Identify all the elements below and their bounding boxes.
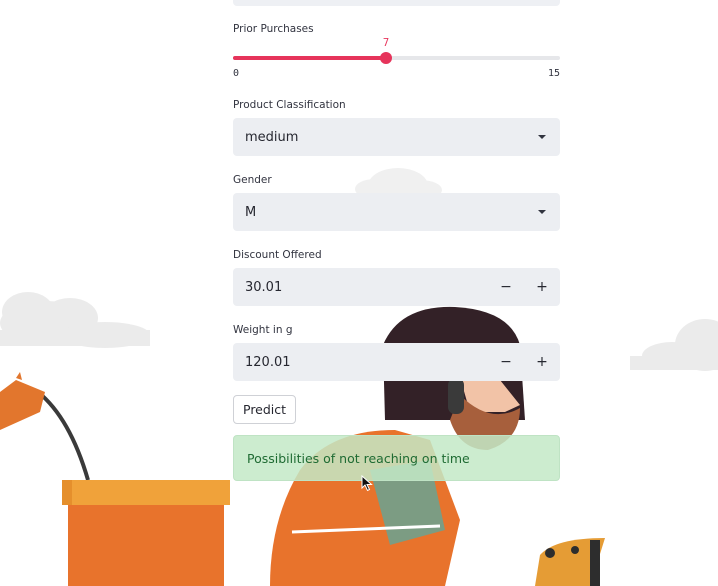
cloud-left [0,292,150,348]
weight-value[interactable]: 120.01 [233,355,488,370]
discount-offered-input[interactable]: 30.01 − + [233,268,560,306]
prior-purchases-value: 7 [382,37,390,49]
previous-input-field[interactable] [233,0,560,6]
crate [62,480,230,586]
weight-input[interactable]: 120.01 − + [233,343,560,381]
discount-offered-value[interactable]: 30.01 [233,280,488,295]
prior-purchases-slider-fill [233,56,386,60]
gender-select[interactable]: M [233,193,560,231]
result-text: Possibilities of not reaching on time [247,450,470,466]
chevron-down-icon [538,210,546,214]
gender-selected: M [245,204,257,220]
mouse-pointer-icon [361,475,373,492]
product-classification-select[interactable]: medium [233,118,560,156]
product-classification-label: Product Classification [233,99,346,111]
prior-purchases-label: Prior Purchases [233,23,314,35]
result-alert: Possibilities of not reaching on time [233,435,560,481]
prior-purchases-slider-track[interactable] [233,56,560,60]
weight-decrement-button[interactable]: − [488,343,524,381]
product-classification-selected: medium [245,129,299,145]
cloud-right [630,319,718,371]
flag [0,372,90,481]
discount-offered-label: Discount Offered [233,249,322,261]
prior-purchases-slider-thumb[interactable] [380,52,392,64]
weight-label: Weight in g [233,324,293,336]
weight-increment-button[interactable]: + [524,343,560,381]
prior-purchases-max: 15 [547,68,560,79]
app-window: Prior Purchases 7 0 15 Product Classific… [0,0,718,586]
discount-increment-button[interactable]: + [524,268,560,306]
chevron-down-icon [538,135,546,139]
gender-label: Gender [233,174,272,186]
discount-decrement-button[interactable]: − [488,268,524,306]
prior-purchases-min: 0 [233,68,240,79]
predict-button[interactable]: Predict [233,395,297,424]
